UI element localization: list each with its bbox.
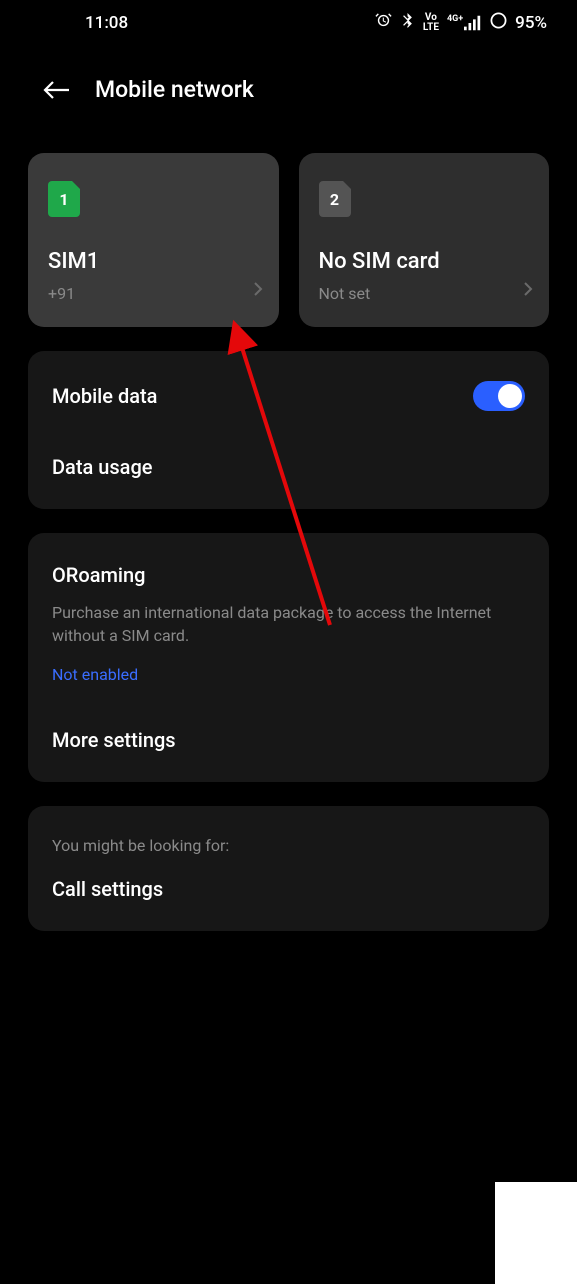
sim1-name: SIM1 — [48, 249, 259, 274]
section-data: Mobile data Data usage — [28, 351, 549, 509]
status-bar: 11:08 Vo LTE 4G+ 95% — [0, 0, 577, 46]
row-more-settings[interactable]: More settings — [28, 706, 549, 774]
bluetooth-icon — [400, 12, 415, 34]
row-mobile-data[interactable]: Mobile data — [28, 359, 549, 433]
row-call-settings[interactable]: Call settings — [28, 855, 549, 923]
oroaming-status: Not enabled — [52, 665, 525, 684]
section-suggestions: You might be looking for: Call settings — [28, 806, 549, 931]
header: Mobile network — [0, 46, 577, 133]
sim2-name: No SIM card — [319, 249, 530, 274]
overlay-box — [495, 1182, 577, 1284]
status-right: Vo LTE 4G+ 95% — [375, 12, 547, 34]
sim-cards-row: 1 SIM1 +91 2 No SIM card Not set — [0, 153, 577, 327]
chevron-right-icon — [523, 281, 533, 301]
battery-icon — [490, 12, 507, 34]
sim2-sub: Not set — [319, 284, 530, 303]
toggle-knob — [498, 384, 522, 408]
sim-card-1[interactable]: 1 SIM1 +91 — [28, 153, 279, 327]
sim-badge-2: 2 — [319, 181, 351, 217]
more-settings-label: More settings — [52, 728, 176, 752]
back-icon[interactable] — [43, 80, 71, 100]
mobile-data-label: Mobile data — [52, 384, 157, 408]
status-time: 11:08 — [85, 13, 128, 33]
suggestion-hint: You might be looking for: — [28, 814, 549, 855]
alarm-icon — [375, 12, 392, 34]
signal-icon: 4G+ — [447, 15, 482, 31]
call-settings-label: Call settings — [52, 877, 163, 901]
row-oroaming[interactable]: ORoaming Purchase an international data … — [28, 541, 549, 706]
battery-percent: 95% — [515, 13, 547, 33]
page-title: Mobile network — [95, 76, 254, 103]
sim-badge-1: 1 — [48, 181, 80, 217]
section-roaming: ORoaming Purchase an international data … — [28, 533, 549, 782]
mobile-data-toggle[interactable] — [473, 381, 525, 411]
volte-icon: Vo LTE — [423, 13, 439, 33]
data-usage-label: Data usage — [52, 455, 153, 479]
sim1-sub: +91 — [48, 284, 259, 303]
chevron-right-icon — [253, 281, 263, 301]
sim-card-2[interactable]: 2 No SIM card Not set — [299, 153, 550, 327]
row-data-usage[interactable]: Data usage — [28, 433, 549, 501]
oroaming-title: ORoaming — [52, 563, 525, 587]
oroaming-desc: Purchase an international data package t… — [52, 601, 525, 647]
